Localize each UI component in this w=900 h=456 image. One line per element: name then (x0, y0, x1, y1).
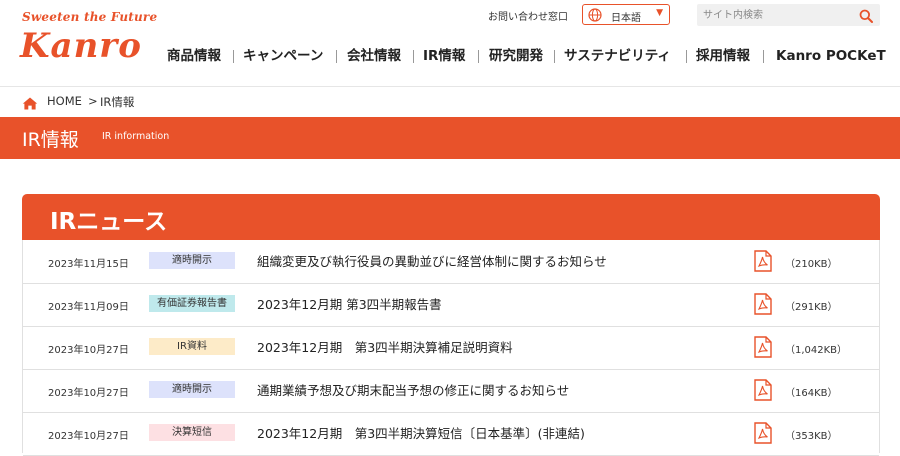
ir-news-list: 2023年11月15日 適時開示 組織変更及び執行役員の異動並びに経営体制に関す… (22, 240, 880, 456)
news-row[interactable]: 2023年11月15日 適時開示 組織変更及び執行役員の異動並びに経営体制に関す… (23, 240, 879, 284)
main-nav: 商品情報 キャンペーン 会社情報 IR情報 研究開発 サステナビリティ 採用情報… (0, 45, 900, 67)
nav-item-kanro-pocket[interactable]: Kanro POCKeT (776, 45, 886, 67)
news-title-link[interactable]: 組織変更及び執行役員の異動並びに経営体制に関するお知らせ (257, 251, 607, 270)
ir-news-section: IRニュース 2023年11月15日 適時開示 組織変更及び執行役員の異動並びに… (22, 194, 880, 456)
category-badge: 適時開示 (149, 381, 235, 398)
ir-news-header: IRニュース (22, 194, 880, 240)
news-row[interactable]: 2023年11月09日 有価証券報告書 2023年12月期 第3四半期報告書 （… (23, 283, 879, 327)
search-icon[interactable] (859, 8, 873, 27)
category-badge: 決算短信 (149, 424, 235, 441)
nav-item-company[interactable]: 会社情報 (347, 45, 401, 67)
pdf-icon[interactable] (754, 336, 772, 362)
pdf-icon[interactable] (754, 250, 772, 276)
page-subtitle: IR information (102, 131, 170, 142)
file-size: （164KB） (785, 388, 838, 399)
nav-item-research[interactable]: 研究開発 (489, 45, 543, 67)
news-date: 2023年10月27日 (48, 388, 129, 399)
news-date: 2023年11月15日 (48, 259, 129, 270)
page-title-banner: IR情報 IR information (0, 117, 900, 159)
news-date: 2023年11月09日 (48, 302, 129, 313)
brand-tagline: Sweeten the Future (22, 10, 158, 24)
language-label: 日本語 (611, 13, 641, 24)
file-size: （210KB） (785, 259, 838, 270)
pdf-icon[interactable] (754, 293, 772, 319)
news-title-link[interactable]: 2023年12月期 第3四半期報告書 (257, 294, 442, 313)
site-header: Sweeten the Future Kanro お問い合わせ窓口 日本語 ▼ … (0, 0, 900, 87)
home-icon[interactable] (22, 95, 38, 114)
chevron-down-icon: ▼ (656, 8, 663, 18)
page-title: IR情報 (22, 129, 79, 151)
nav-divider (554, 50, 555, 63)
nav-item-sustainability[interactable]: サステナビリティ (564, 45, 671, 67)
nav-divider (478, 50, 479, 63)
breadcrumb-separator: > (88, 94, 98, 108)
file-size: （353KB） (785, 431, 838, 442)
breadcrumb: HOME > IR情報 (0, 86, 900, 117)
news-title-link[interactable]: 通期業績予想及び期末配当予想の修正に関するお知らせ (257, 380, 569, 399)
language-select[interactable]: 日本語 ▼ (582, 4, 670, 25)
breadcrumb-current: IR情報 (100, 95, 135, 109)
globe-icon (588, 8, 602, 25)
category-badge: 有価証券報告書 (149, 295, 235, 312)
search-input[interactable] (703, 7, 848, 23)
category-badge: IR資料 (149, 338, 235, 355)
pdf-icon[interactable] (754, 422, 772, 448)
breadcrumb-home[interactable]: HOME (47, 94, 82, 108)
ir-news-heading: IRニュース (50, 209, 168, 235)
news-title-link[interactable]: 2023年12月期 第3四半期決算短信〔日本基準〕(非連結) (257, 423, 585, 442)
news-row[interactable]: 2023年10月27日 IR資料 2023年12月期 第3四半期決算補足説明資料… (23, 326, 879, 370)
file-size: （1,042KB） (785, 345, 848, 356)
news-row[interactable]: 2023年10月27日 決算短信 2023年12月期 第3四半期決算短信〔日本基… (23, 412, 879, 456)
nav-item-ir[interactable]: IR情報 (423, 45, 465, 67)
nav-divider (233, 50, 234, 63)
file-size: （291KB） (785, 302, 838, 313)
news-date: 2023年10月27日 (48, 431, 129, 442)
category-badge: 適時開示 (149, 252, 235, 269)
nav-divider (686, 50, 687, 63)
nav-item-products[interactable]: 商品情報 (167, 45, 221, 67)
nav-item-campaign[interactable]: キャンペーン (243, 45, 323, 67)
nav-divider (763, 50, 764, 63)
pdf-icon[interactable] (754, 379, 772, 405)
contact-link[interactable]: お問い合わせ窓口 (488, 8, 568, 23)
news-row[interactable]: 2023年10月27日 適時開示 通期業績予想及び期末配当予想の修正に関するお知… (23, 369, 879, 413)
nav-divider (413, 50, 414, 63)
nav-item-recruit[interactable]: 採用情報 (696, 45, 750, 67)
search-box (697, 4, 880, 26)
news-date: 2023年10月27日 (48, 345, 129, 356)
news-title-link[interactable]: 2023年12月期 第3四半期決算補足説明資料 (257, 337, 513, 356)
nav-divider (336, 50, 337, 63)
